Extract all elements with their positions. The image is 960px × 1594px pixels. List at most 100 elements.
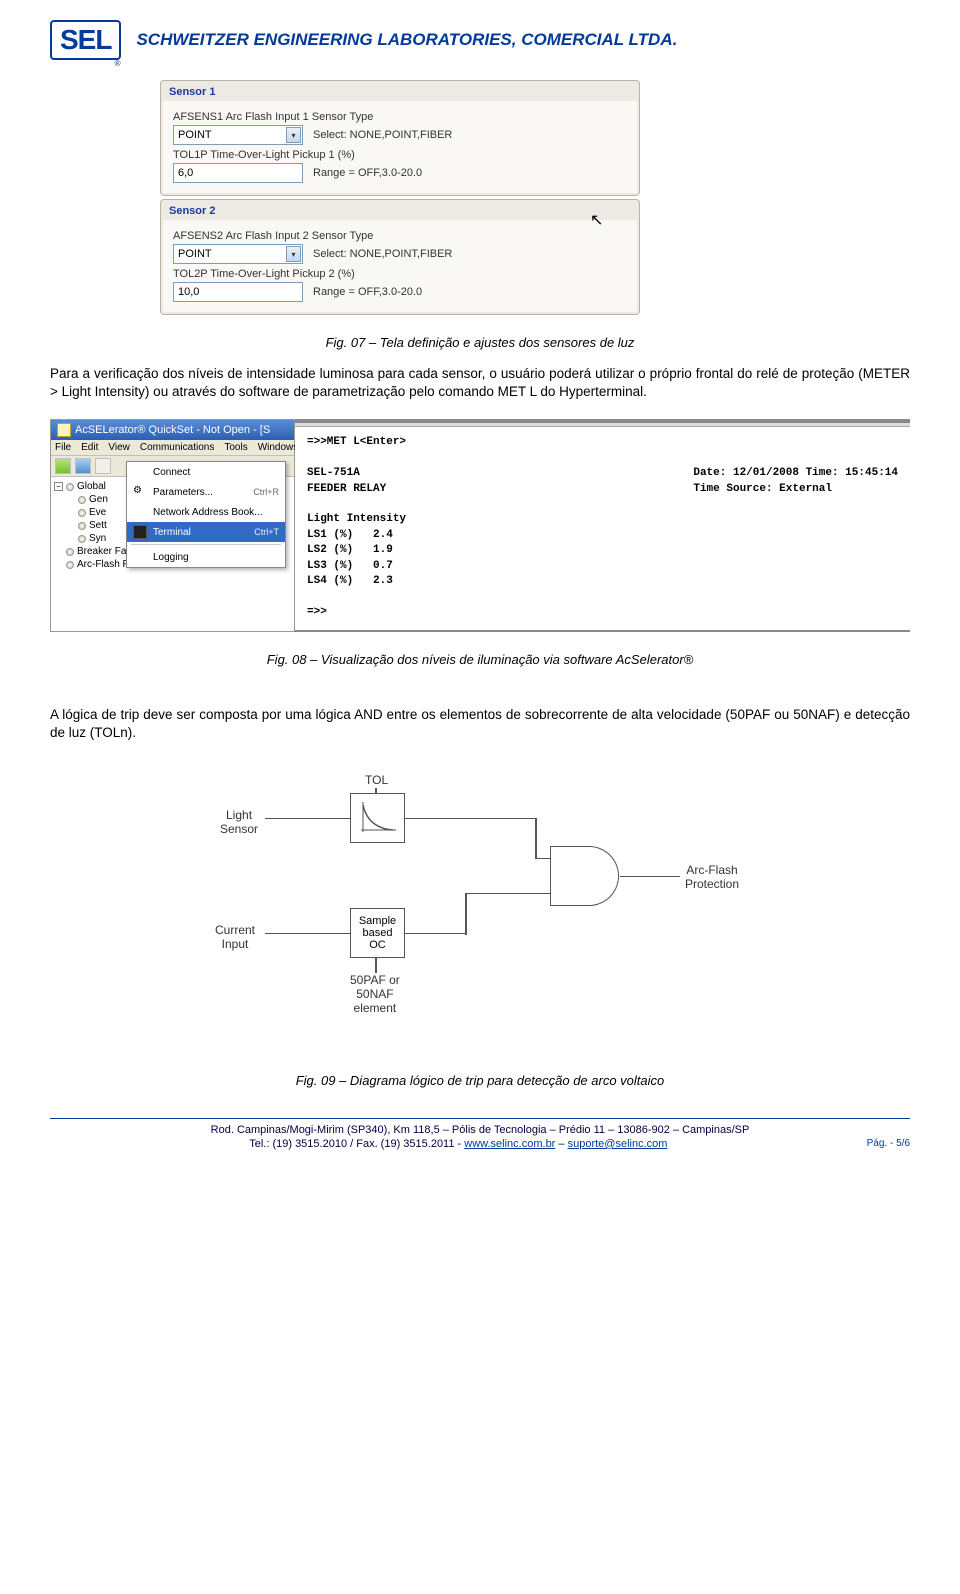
ctx-logging[interactable]: Logging (127, 547, 285, 567)
sensor-2-title: Sensor 2 (163, 202, 637, 220)
connect-icon (133, 465, 147, 479)
footer-link-website[interactable]: www.selinc.com.br (464, 1138, 555, 1150)
log-icon (133, 550, 147, 564)
sensor-1-group: Sensor 1 AFSENS1 Arc Flash Input 1 Senso… (160, 80, 640, 196)
element-label: 50PAF or 50NAF element (350, 973, 400, 1015)
afsens2-value: POINT (178, 248, 286, 260)
ctx-connect[interactable]: Connect (127, 462, 285, 482)
tol2p-label: TOL2P Time-Over-Light Pickup 2 (%) (173, 268, 627, 280)
logo-text: SEL (60, 24, 111, 55)
titlebar: AcSELerator® QuickSet - Not Open - [S (51, 420, 294, 440)
tol2p-input[interactable]: 10,0 (173, 282, 303, 302)
window-title: AcSELerator® QuickSet - Not Open - [S (75, 424, 270, 436)
tree-item[interactable]: Syn (89, 533, 106, 544)
tree-bullet-icon (78, 535, 86, 543)
terminal-prompt: =>> (307, 605, 898, 620)
tol-label: TOL (365, 773, 388, 787)
page-footer: Rod. Campinas/Mogi-Mirim (SP340), Km 118… (50, 1123, 910, 1152)
chevron-down-icon[interactable]: ▾ (286, 127, 301, 143)
sensor-settings-panel: Sensor 1 AFSENS1 Arc Flash Input 1 Senso… (160, 80, 640, 315)
ctx-terminal[interactable]: TerminalCtrl+T (127, 522, 285, 542)
terminal-reading: LS2 (%) 1.9 (307, 543, 898, 558)
figure-07-caption: Fig. 07 – Tela definição e ajustes dos s… (50, 335, 910, 350)
book-icon (133, 505, 147, 519)
terminal-reading: LS4 (%) 2.3 (307, 574, 898, 589)
trip-logic-diagram: TOL Light Sensor Current Input Sample ba… (190, 773, 770, 1053)
tol2p-hint: Range = OFF,3.0-20.0 (313, 286, 422, 298)
terminal-section: Light Intensity (307, 512, 898, 527)
quickset-terminal-screenshot: AcSELerator® QuickSet - Not Open - [S Fi… (50, 419, 910, 632)
afsens1-hint: Select: NONE,POINT,FIBER (313, 129, 452, 141)
menu-windows[interactable]: Windows (258, 442, 299, 453)
footer-separator (50, 1118, 910, 1119)
terminal-device2: FEEDER RELAY (307, 482, 693, 497)
footer-link-email[interactable]: suporte@selinc.com (568, 1138, 668, 1150)
sensor-2-group: Sensor 2 AFSENS2 Arc Flash Input 2 Senso… (160, 199, 640, 315)
afsens2-dropdown[interactable]: POINT ▾ (173, 244, 303, 264)
curve-icon (358, 800, 398, 835)
tol-box (350, 793, 405, 843)
page-number: Pág. - 5/6 (867, 1137, 910, 1150)
terminal-reading: LS1 (%) 2.4 (307, 528, 898, 543)
tree-bullet-icon (66, 548, 74, 556)
menubar[interactable]: File Edit View Communications Tools Wind… (51, 440, 294, 456)
menu-view[interactable]: View (108, 442, 130, 453)
tree-collapse-icon[interactable]: − (54, 482, 63, 491)
tol1p-label: TOL1P Time-Over-Light Pickup 1 (%) (173, 149, 627, 161)
chevron-down-icon[interactable]: ▾ (286, 246, 301, 262)
tol1p-hint: Range = OFF,3.0-20.0 (313, 167, 422, 179)
tol1p-input[interactable]: 6,0 (173, 163, 303, 183)
figure-08-caption: Fig. 08 – Visualização dos níveis de ilu… (50, 652, 910, 667)
paragraph-1: Para a verificação dos níveis de intensi… (50, 365, 910, 401)
tree-bullet-icon (66, 483, 74, 491)
company-name: SCHWEITZER ENGINEERING LABORATORIES, COM… (136, 30, 677, 50)
figure-09-caption: Fig. 09 – Diagrama lógico de trip para d… (50, 1073, 910, 1088)
quickset-window: AcSELerator® QuickSet - Not Open - [S Fi… (50, 419, 295, 632)
afsens1-value: POINT (178, 129, 286, 141)
tree-item[interactable]: Eve (89, 507, 106, 518)
sample-oc-box: Sample based OC (350, 908, 405, 958)
terminal-output: =>>MET L<Enter> SEL-751A FEEDER RELAY Da… (295, 419, 910, 632)
and-gate-icon (550, 846, 620, 906)
afsens1-dropdown[interactable]: POINT ▾ (173, 125, 303, 145)
separator (131, 544, 281, 545)
tree-bullet-icon (78, 509, 86, 517)
app-icon (57, 423, 71, 437)
menu-tools[interactable]: Tools (224, 442, 247, 453)
menu-file[interactable]: File (55, 442, 71, 453)
menu-edit[interactable]: Edit (81, 442, 98, 453)
terminal-icon (133, 525, 147, 539)
footer-address: Rod. Campinas/Mogi-Mirim (SP340), Km 118… (50, 1123, 910, 1137)
light-sensor-label: Light Sensor (220, 808, 258, 836)
ctx-parameters[interactable]: ⚙Parameters...Ctrl+R (127, 482, 285, 502)
gear-icon: ⚙ (133, 485, 147, 499)
arc-flash-output-label: Arc-Flash Protection (685, 863, 739, 891)
terminal-reading: LS3 (%) 0.7 (307, 559, 898, 574)
afsens1-label: AFSENS1 Arc Flash Input 1 Sensor Type (173, 111, 627, 123)
tree-item[interactable]: Gen (89, 494, 108, 505)
terminal-source: Time Source: External (693, 482, 898, 497)
afsens2-label: AFSENS2 Arc Flash Input 2 Sensor Type (173, 230, 627, 242)
paragraph-2: A lógica de trip deve ser composta por u… (50, 706, 910, 742)
terminal-command: =>>MET L<Enter> (307, 435, 898, 450)
current-input-label: Current Input (215, 923, 255, 951)
footer-phone: Tel.: (19) 3515.2010 / Fax. (19) 3515.20… (249, 1138, 464, 1150)
ctx-network-address-book[interactable]: Network Address Book... (127, 502, 285, 522)
tree-bullet-icon (78, 496, 86, 504)
toolbar-button-icon[interactable] (95, 458, 111, 474)
tree-bullet-icon (66, 561, 74, 569)
tree-item[interactable]: Sett (89, 520, 107, 531)
menu-communications[interactable]: Communications (140, 442, 214, 453)
tree-global[interactable]: Global (77, 481, 106, 492)
page-header: SEL ® SCHWEITZER ENGINEERING LABORATORIE… (50, 20, 910, 60)
toolbar-button-icon[interactable] (55, 458, 71, 474)
communications-context-menu: Connect ⚙Parameters...Ctrl+R Network Add… (126, 461, 286, 568)
toolbar-button-icon[interactable] (75, 458, 91, 474)
sensor-1-title: Sensor 1 (163, 83, 637, 101)
registered-mark: ® (115, 59, 121, 68)
logo: SEL ® (50, 20, 121, 60)
terminal-device: SEL-751A (307, 466, 693, 481)
terminal-date: Date: 12/01/2008 Time: 15:45:14 (693, 466, 898, 481)
cursor-icon: ↖ (590, 210, 603, 230)
afsens2-hint: Select: NONE,POINT,FIBER (313, 248, 452, 260)
